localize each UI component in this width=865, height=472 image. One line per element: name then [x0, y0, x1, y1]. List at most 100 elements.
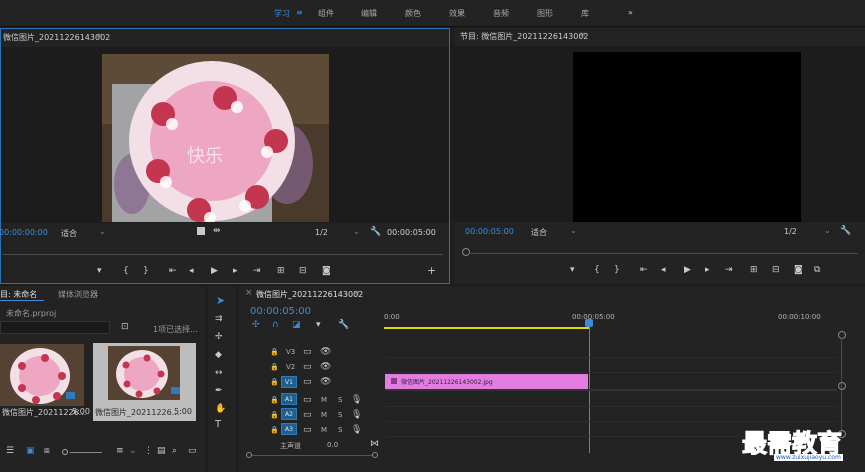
step-forward-icon[interactable]: ▸	[233, 266, 238, 276]
master-value[interactable]: 0.0	[327, 441, 338, 449]
workspace-tab-graphics[interactable]: 图形	[537, 8, 553, 19]
sort-chevron-icon[interactable]: ⌄	[129, 446, 137, 456]
track-a2-target[interactable]: A2	[281, 408, 297, 420]
timeline-settings-icon[interactable]: 🔧	[338, 320, 349, 330]
program-fit-select[interactable]: 适合	[531, 227, 547, 238]
workspace-tab-learn[interactable]: 学习	[274, 8, 290, 19]
automate-icon[interactable]: ⋮	[144, 446, 153, 456]
add-button-icon[interactable]: +	[427, 265, 436, 276]
timeline-menu-icon[interactable]: ≡	[353, 288, 360, 297]
program-playhead-marker[interactable]	[462, 248, 470, 256]
program-camera-icon[interactable]: ◙	[794, 265, 803, 275]
program-go-to-out-icon[interactable]: ⇥	[725, 265, 733, 275]
source-fit-select[interactable]: 适合	[61, 228, 77, 239]
timeline-timecode[interactable]: 00:00:05:00	[250, 306, 311, 317]
source-scrubber[interactable]	[3, 254, 443, 255]
hand-tool-icon[interactable]: ✋	[215, 404, 226, 414]
step-back-icon[interactable]: ◂	[189, 266, 194, 276]
eye-icon[interactable]: 👁	[320, 362, 331, 372]
camera-icon[interactable]: ◙	[322, 266, 331, 276]
zoom-slider-handle[interactable]	[62, 449, 68, 455]
project-item-thumb[interactable]	[0, 344, 84, 406]
master-end-icon[interactable]: ⋈	[370, 439, 379, 449]
sync-lock-icon[interactable]: ▭	[303, 377, 312, 387]
new-bin-icon[interactable]: ⊡	[121, 322, 129, 332]
program-timecode-current[interactable]: 00:00:05:00	[465, 227, 514, 236]
work-area-bar[interactable]	[384, 327, 589, 329]
type-tool-icon[interactable]: T	[215, 420, 221, 430]
pen-tool-icon[interactable]: ✒	[215, 386, 223, 396]
source-monitor-title[interactable]: 微信图片_20211226143002	[3, 32, 110, 43]
project-search-input[interactable]	[0, 321, 110, 334]
track-select-tool-icon[interactable]: ⇉	[215, 314, 223, 324]
hscroll-right-handle[interactable]	[372, 452, 378, 458]
mic-icon[interactable]: 🎙	[351, 410, 362, 420]
lock-icon[interactable]: 🔒	[270, 362, 279, 372]
lock-icon[interactable]: 🔒	[270, 347, 279, 357]
wrench-icon[interactable]: 🔧	[370, 227, 381, 237]
program-wrench-icon[interactable]: 🔧	[840, 226, 851, 236]
eye-icon[interactable]: 👁	[320, 377, 331, 387]
find-icon[interactable]: ⌕	[172, 446, 177, 456]
sync-lock-icon[interactable]: ▭	[303, 425, 312, 435]
add-marker-icon[interactable]: ▾	[316, 320, 321, 330]
zoom-slider-track[interactable]	[70, 452, 102, 453]
sync-lock-icon[interactable]: ▭	[303, 410, 312, 420]
mic-icon[interactable]: 🎙	[351, 425, 362, 435]
extract-icon[interactable]: ⊟	[772, 265, 780, 275]
program-go-to-in-icon[interactable]: ⇤	[640, 265, 648, 275]
razor-tool-icon[interactable]: ◆	[215, 350, 222, 360]
sync-lock-icon[interactable]: ▭	[303, 347, 312, 357]
track-a1-target[interactable]: A1	[281, 393, 297, 405]
program-monitor-title[interactable]: 节目: 微信图片_20211226143002	[460, 31, 589, 42]
insert-clip-icon[interactable]: ⊞	[277, 266, 285, 276]
play-icon[interactable]: ▶	[211, 266, 218, 276]
program-scrubber[interactable]	[468, 253, 858, 254]
snap-icon[interactable]: ∩	[272, 320, 279, 330]
go-to-out-icon[interactable]: ⇥	[253, 266, 261, 276]
workspace-tab-libraries[interactable]: 库	[581, 8, 589, 19]
ripple-edit-tool-icon[interactable]: ✢	[215, 332, 223, 342]
eye-icon[interactable]: 👁	[320, 347, 331, 357]
lock-icon[interactable]: 🔒	[270, 410, 279, 420]
selection-tool-icon[interactable]: ➤	[216, 295, 225, 306]
panel-menu-icon[interactable]: ≡	[96, 31, 103, 40]
workspace-overflow-button[interactable]: »	[628, 8, 633, 17]
timeline-vscroll-mid[interactable]	[838, 382, 846, 390]
folder-icon[interactable]: ▭	[188, 446, 197, 456]
mark-out-icon[interactable]: }	[143, 266, 149, 276]
source-timecode-current[interactable]: 00:00:00:00	[0, 228, 48, 237]
program-step-back-icon[interactable]: ◂	[661, 265, 666, 275]
program-step-forward-icon[interactable]: ▸	[705, 265, 710, 275]
sync-lock-icon[interactable]: ▭	[303, 395, 312, 405]
workspace-tab-assembly[interactable]: 组件	[318, 8, 334, 19]
program-play-icon[interactable]: ▶	[684, 265, 691, 275]
clip-v1[interactable]: 微信图片_20211226143002.jpg	[385, 374, 588, 389]
lock-icon[interactable]: 🔒	[270, 425, 279, 435]
workspace-tab-color[interactable]: 颜色	[405, 8, 421, 19]
timeline-vscroll-top[interactable]	[838, 331, 846, 339]
workspace-tab-audio[interactable]: 音频	[493, 8, 509, 19]
project-tab[interactable]: 目: 未命名	[0, 289, 37, 300]
icon-view-icon[interactable]: ▣	[26, 446, 35, 456]
linked-selection-icon[interactable]: ◪	[292, 320, 301, 330]
insert-icon[interactable]: ⇹	[213, 226, 221, 236]
lock-icon[interactable]: 🔒	[270, 395, 279, 405]
workspace-menu-icon[interactable]: ≡	[296, 8, 303, 17]
mute-button[interactable]: M	[321, 426, 327, 434]
timeline-close-icon[interactable]: ×	[245, 288, 253, 298]
lock-icon[interactable]: 🔒	[270, 377, 279, 387]
workspace-tab-effects[interactable]: 效果	[449, 8, 465, 19]
playhead-handle[interactable]	[585, 319, 593, 327]
lift-icon[interactable]: ⊞	[750, 265, 758, 275]
list-view-icon[interactable]: ☰	[6, 446, 14, 456]
freeform-view-icon[interactable]: ⧈	[44, 446, 50, 456]
track-v1-target[interactable]: V1	[281, 376, 297, 388]
nest-icon[interactable]: ✣	[252, 320, 260, 330]
sync-lock-icon[interactable]: ▭	[303, 362, 312, 372]
overwrite-clip-icon[interactable]: ⊟	[299, 266, 307, 276]
program-mark-out-icon[interactable]: }	[614, 265, 620, 275]
track-a3-target[interactable]: A3	[281, 423, 297, 435]
mute-button[interactable]: M	[321, 396, 327, 404]
settings-square-icon[interactable]	[197, 227, 205, 235]
